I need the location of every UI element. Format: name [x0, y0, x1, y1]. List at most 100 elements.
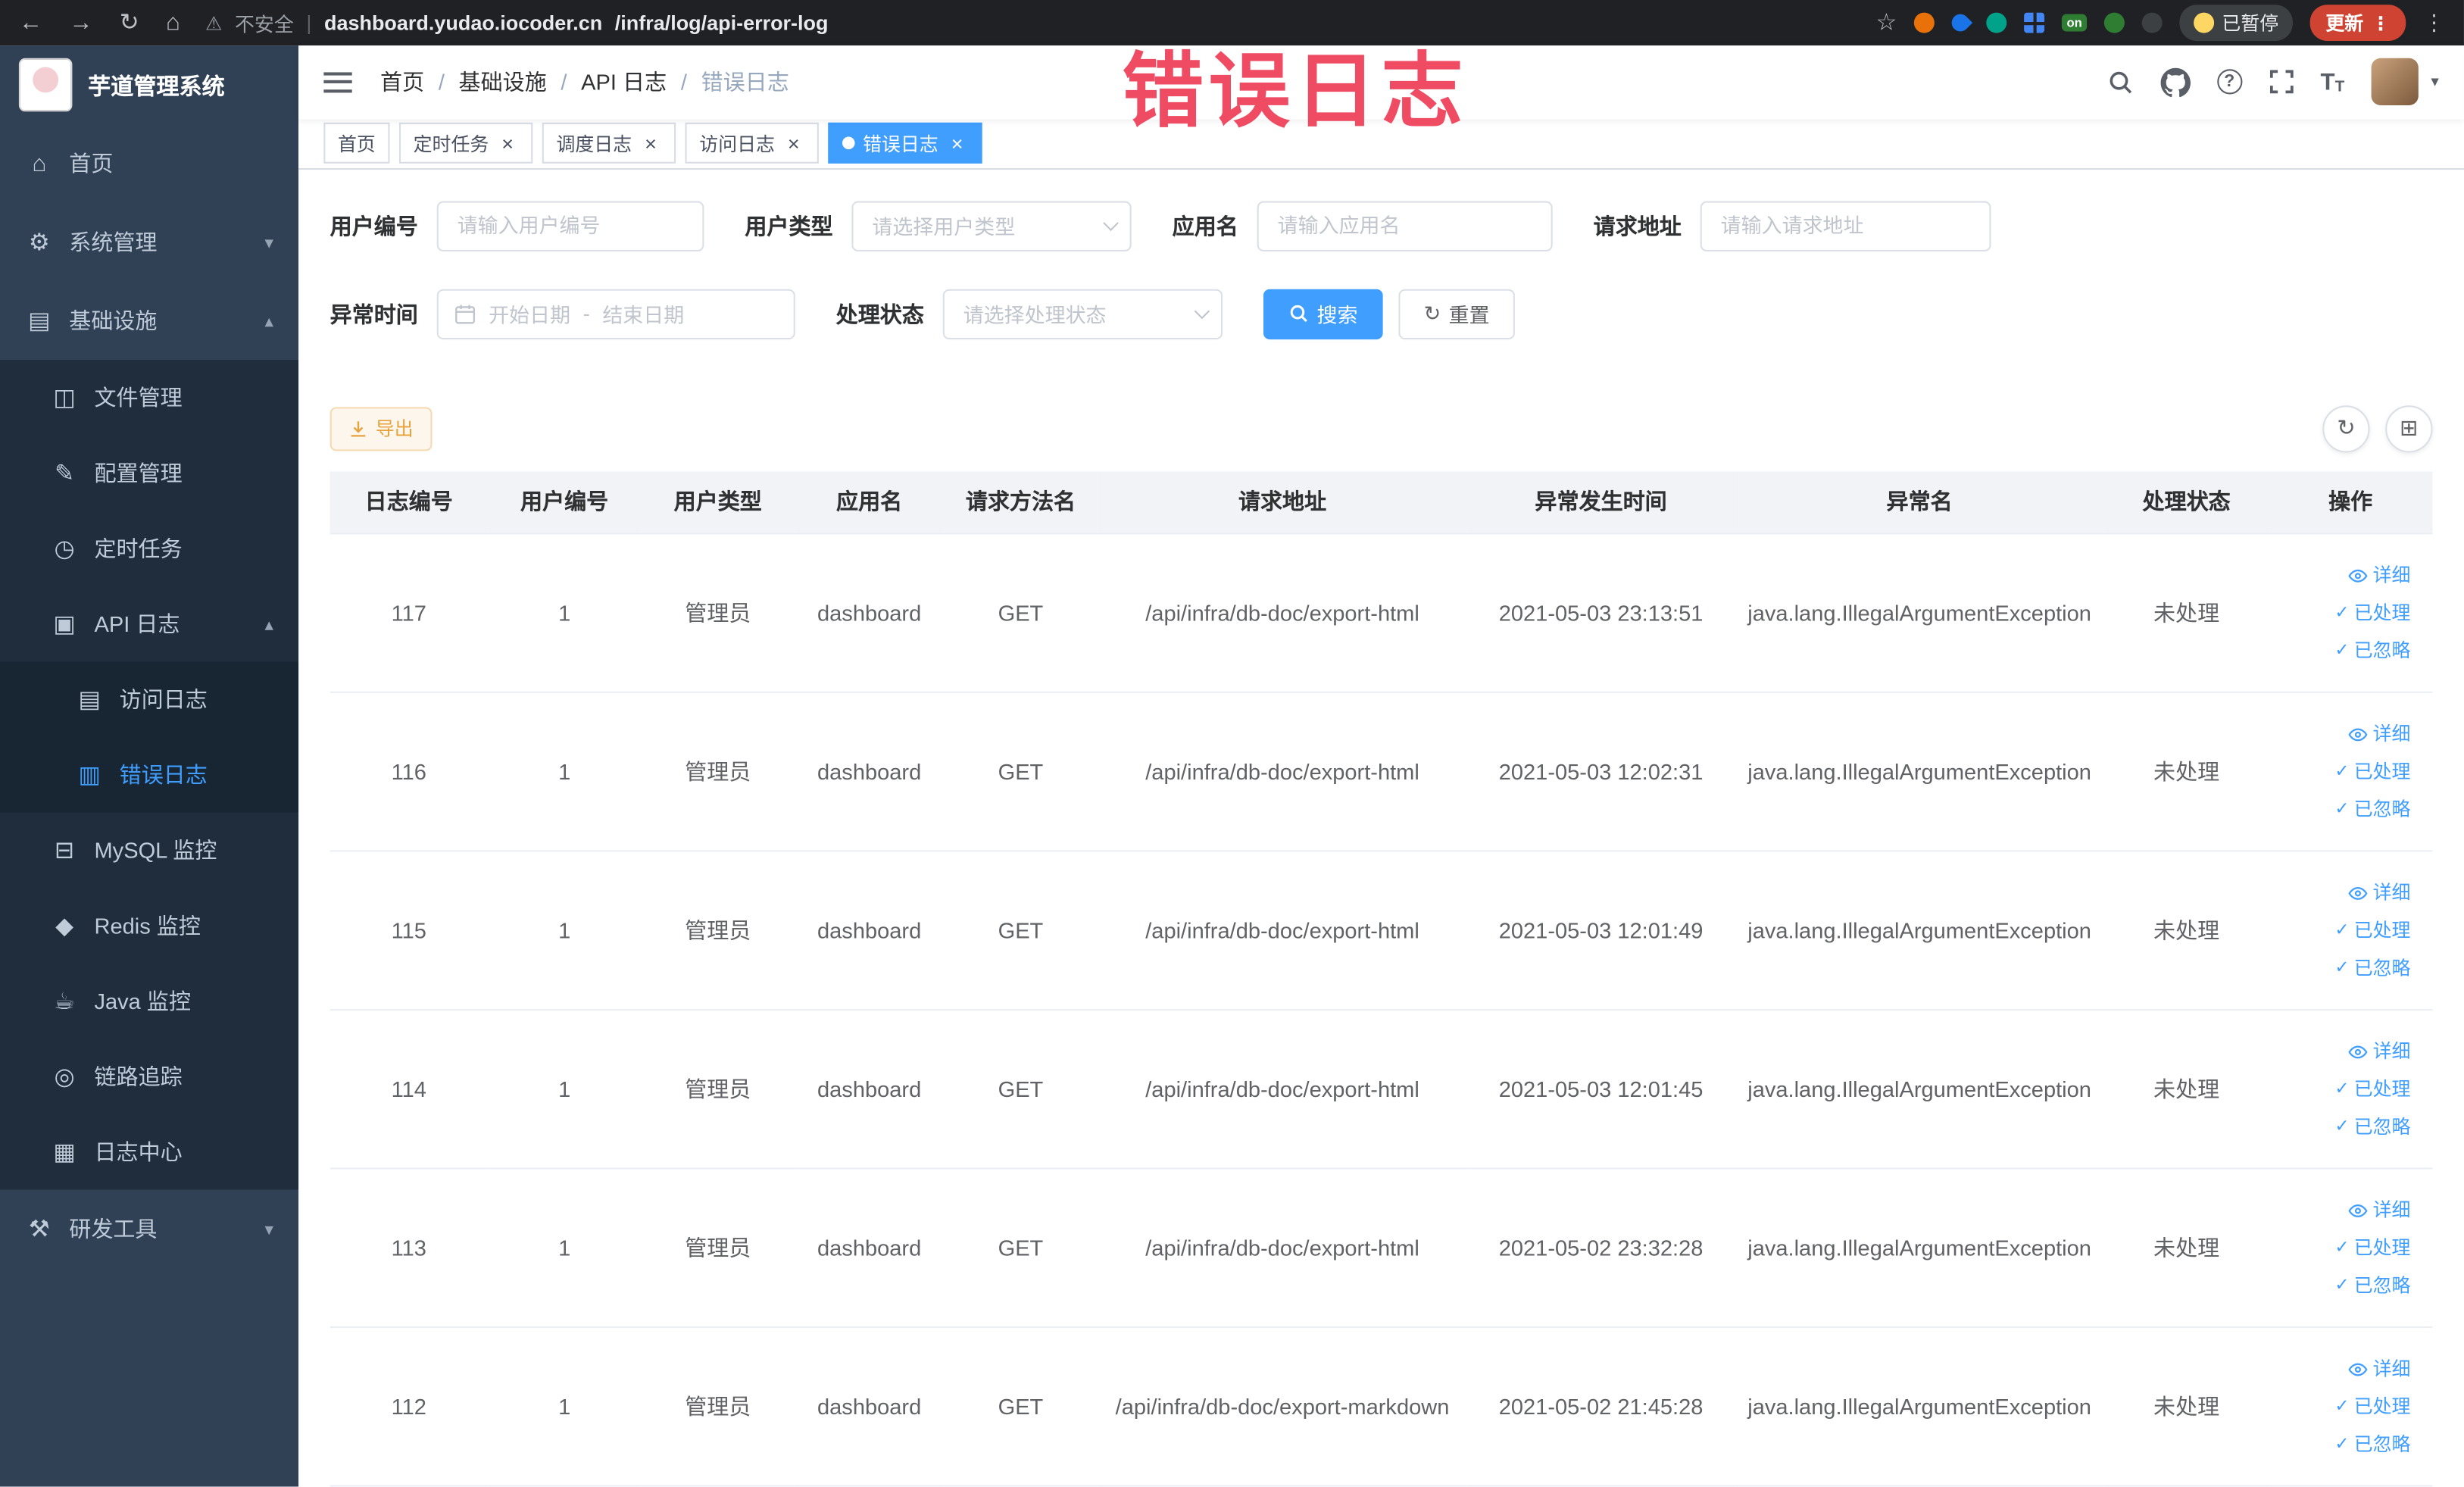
detail-link[interactable]: 详细: [2275, 1192, 2410, 1229]
ignored-link[interactable]: ✓ 已忽略: [2275, 1426, 2410, 1464]
date-range-picker[interactable]: 开始日期 - 结束日期: [436, 288, 795, 339]
logo-avatar: [18, 58, 73, 112]
sidebar-item-mysql-monitor[interactable]: ⊟ MySQL 监控: [0, 813, 298, 889]
detail-link[interactable]: 详细: [2275, 873, 2410, 911]
extension-on-badge[interactable]: on: [2062, 14, 2088, 32]
sidebar-item-access-log[interactable]: ▤ 访问日志: [0, 661, 298, 737]
cell-actions: 详细 ✓ 已处理 ✓ 已忽略: [2268, 851, 2433, 1011]
sidebar-item-log-center[interactable]: ▦ 日志中心: [0, 1114, 298, 1190]
ignored-link[interactable]: ✓ 已忽略: [2275, 949, 2410, 987]
extension-droplet-icon[interactable]: [1948, 10, 1973, 36]
browser-menu-icon[interactable]: ⋮: [2423, 9, 2445, 36]
paused-label: 已暂停: [2222, 12, 2279, 35]
tab-scheduled-tasks[interactable]: 定时任务 ×: [398, 123, 533, 164]
sidebar-item-dev-tools[interactable]: ⚒ 研发工具 ▾: [0, 1189, 298, 1268]
close-icon[interactable]: ×: [639, 132, 661, 154]
browser-home-icon[interactable]: ⌂: [166, 11, 180, 35]
extension-orange-icon[interactable]: [1914, 12, 1935, 33]
detail-link[interactable]: 详细: [2275, 1032, 2410, 1070]
processed-link[interactable]: ✓ 已处理: [2275, 1229, 2410, 1267]
github-icon[interactable]: [2160, 67, 2191, 97]
cell-request-url: /api/infra/db-doc/export-html: [1097, 692, 1468, 852]
tab-access-log[interactable]: 访问日志 ×: [685, 123, 819, 164]
reload-icon[interactable]: ↻: [120, 11, 139, 35]
detail-label: 详细: [2372, 1357, 2411, 1380]
close-icon[interactable]: ×: [946, 132, 968, 154]
bookmark-star-icon[interactable]: ☆: [1876, 11, 1897, 35]
sidebar-item-system[interactable]: ⚙ 系统管理 ▾: [0, 203, 298, 282]
chevron-up-icon: ▴: [264, 615, 273, 635]
processed-link[interactable]: ✓ 已处理: [2275, 753, 2410, 791]
sidebar-item-trace[interactable]: ◎ 链路追踪: [0, 1039, 298, 1114]
menu-label: Java 监控: [94, 988, 191, 1014]
cell-actions: 详细 ✓ 已处理 ✓ 已忽略: [2268, 1009, 2433, 1170]
detail-link[interactable]: 详细: [2275, 715, 2410, 753]
app-logo[interactable]: 芋道管理系统: [0, 45, 298, 124]
redis-icon: ◆: [55, 913, 74, 940]
user-type-select[interactable]: 请选择用户类型: [851, 200, 1132, 251]
tab-schedule-log[interactable]: 调度日志 ×: [542, 123, 676, 164]
processed-label: 已处理: [2353, 761, 2411, 783]
breadcrumb-current: 错误日志: [701, 69, 789, 95]
font-size-icon[interactable]: TT: [2321, 69, 2345, 95]
sidebar-item-config-manage[interactable]: ✎ 配置管理: [0, 436, 298, 511]
app-name-input[interactable]: [1257, 200, 1553, 251]
avatar-caret-icon[interactable]: ▾: [2431, 73, 2438, 91]
sidebar-item-error-log[interactable]: ▥ 错误日志: [0, 737, 298, 813]
close-icon[interactable]: ×: [497, 132, 519, 154]
sidebar-item-file-manage[interactable]: ◫ 文件管理: [0, 360, 298, 436]
ignored-link[interactable]: ✓ 已忽略: [2275, 632, 2410, 670]
processed-link[interactable]: ✓ 已处理: [2275, 1388, 2410, 1426]
back-icon[interactable]: ←: [19, 11, 42, 35]
eye-icon: [2348, 1362, 2368, 1376]
user-avatar[interactable]: [2371, 58, 2419, 106]
main-area: 首页 / 基础设施 / API 日志 / 错误日志 ? T T ▾ 首页 定时任…: [298, 45, 2464, 1487]
request-url-input[interactable]: [1700, 200, 1991, 251]
process-status-select[interactable]: 请选择处理状态: [942, 288, 1223, 339]
processed-link[interactable]: ✓ 已处理: [2275, 1070, 2410, 1108]
refresh-button[interactable]: ↻: [2322, 405, 2370, 452]
reset-button[interactable]: ↻ 重置: [1398, 288, 1515, 339]
fullscreen-icon[interactable]: [2269, 70, 2294, 95]
ignored-link[interactable]: ✓ 已忽略: [2275, 1108, 2410, 1146]
update-button[interactable]: 更新 ⋮: [2309, 5, 2406, 41]
extension-paw-icon[interactable]: [2141, 12, 2163, 33]
sidebar-item-redis-monitor[interactable]: ◆ Redis 监控: [0, 888, 298, 964]
processed-link[interactable]: ✓ 已处理: [2275, 594, 2410, 632]
user-id-input[interactable]: [436, 200, 704, 251]
detail-link[interactable]: 详细: [2275, 1350, 2410, 1388]
sidebar-item-infra[interactable]: ▤ 基础设施 ▴: [0, 281, 298, 360]
column-settings-button[interactable]: ⊞: [2385, 405, 2433, 452]
tab-home[interactable]: 首页: [323, 123, 390, 164]
eye-icon: [2348, 886, 2368, 899]
breadcrumb-infra[interactable]: 基础设施: [459, 67, 547, 98]
export-button[interactable]: 导出: [329, 406, 433, 451]
close-icon[interactable]: ×: [782, 132, 804, 154]
sidebar-item-api-log[interactable]: ▣ API 日志 ▴: [0, 586, 298, 662]
cell-actions: 详细 ✓ 已处理 ✓ 已忽略: [2268, 1168, 2433, 1329]
search-icon[interactable]: [2106, 69, 2133, 95]
address-bar[interactable]: ⚠ 不安全 | dashboard.yudao.iocoder.cn/infra…: [205, 8, 1857, 37]
forward-icon[interactable]: →: [69, 11, 92, 35]
processed-link[interactable]: ✓ 已处理: [2275, 911, 2410, 949]
detail-link[interactable]: 详细: [2275, 556, 2410, 594]
breadcrumb-home[interactable]: 首页: [380, 67, 424, 98]
ignored-link[interactable]: ✓ 已忽略: [2275, 1267, 2410, 1304]
search-button[interactable]: 搜索: [1263, 288, 1383, 339]
sidebar-item-scheduled-tasks[interactable]: ◷ 定时任务: [0, 511, 298, 586]
extension-green-icon[interactable]: [1986, 12, 2007, 33]
ignored-link[interactable]: ✓ 已忽略: [2275, 791, 2410, 829]
filter-user-type: 用户类型 请选择用户类型: [745, 200, 1132, 251]
cell-status: 未处理: [2104, 533, 2269, 693]
tab-error-log[interactable]: 错误日志 ×: [828, 123, 982, 164]
sidebar-item-java-monitor[interactable]: ☕ Java 监控: [0, 964, 298, 1039]
sidebar-item-home[interactable]: ⌂ 首页: [0, 124, 298, 203]
extension-grid-icon[interactable]: [2024, 12, 2045, 33]
paused-badge[interactable]: 已暂停: [2179, 5, 2293, 41]
help-icon[interactable]: ?: [2216, 69, 2242, 95]
breadcrumb-api-log[interactable]: API 日志: [581, 67, 667, 98]
cell-method: GET: [944, 533, 1098, 693]
extension-leaf-icon[interactable]: [2103, 12, 2125, 33]
url-path: /infra/log/api-error-log: [614, 11, 829, 35]
sidebar-toggle-icon[interactable]: [323, 72, 352, 93]
